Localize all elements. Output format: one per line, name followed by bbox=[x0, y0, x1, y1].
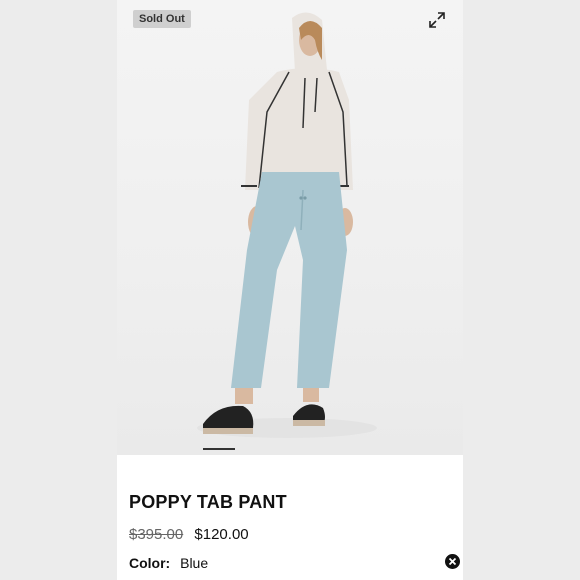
color-row: Color: Blue bbox=[129, 555, 208, 571]
expand-icon[interactable] bbox=[427, 10, 447, 30]
color-value: Blue bbox=[180, 555, 209, 571]
gallery-pagination bbox=[117, 446, 463, 452]
right-backdrop bbox=[463, 0, 580, 580]
product-title: POPPY TAB PANT bbox=[129, 492, 287, 512]
close-circle-icon[interactable] bbox=[445, 554, 460, 569]
left-backdrop bbox=[0, 0, 117, 580]
price-row: $395.00 $120.00 bbox=[129, 526, 249, 543]
original-price: $395.00 bbox=[129, 526, 184, 543]
model-illustration bbox=[197, 12, 377, 438]
color-label: Color: bbox=[129, 555, 171, 571]
product-image[interactable]: Sold Out bbox=[117, 0, 463, 455]
sale-price: $120.00 bbox=[194, 526, 249, 543]
gallery-indicator-active[interactable] bbox=[203, 448, 235, 450]
product-card: Sold Out POPPY TAB PANT $395.00 $120.00 … bbox=[117, 0, 463, 580]
sold-out-badge: Sold Out bbox=[133, 10, 191, 28]
